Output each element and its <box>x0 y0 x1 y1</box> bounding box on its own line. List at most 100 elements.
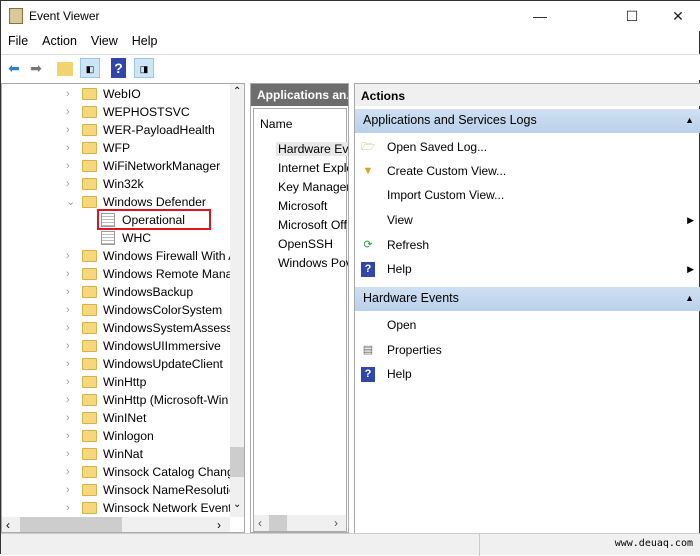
chevron-right-icon[interactable]: › <box>66 157 70 175</box>
chevron-right-icon[interactable]: › <box>66 445 70 463</box>
tree-item[interactable]: › Winsock Network Event <box>2 499 232 517</box>
scroll-up-icon[interactable]: ⌃ <box>233 86 241 97</box>
tree-item[interactable]: › WiFiNetworkManager <box>2 157 230 175</box>
log-list-item[interactable]: Microsoft <box>278 199 327 213</box>
tree-item[interactable]: › WindowsUIImmersive <box>2 337 230 355</box>
chevron-right-icon[interactable]: › <box>66 373 70 391</box>
chevron-right-icon[interactable]: › <box>66 283 70 301</box>
menu-action[interactable]: Action <box>35 31 84 51</box>
tree-item[interactable]: › WER-PayloadHealth <box>2 121 230 139</box>
chevron-right-icon[interactable]: › <box>66 265 70 283</box>
action-item[interactable]: ? Help ▶ <box>355 257 700 282</box>
maximize-button[interactable]: ☐ <box>609 1 655 31</box>
tree-item[interactable]: › WindowsSystemAssessn <box>2 319 239 337</box>
scroll-left-icon[interactable]: ‹ <box>6 518 10 532</box>
log-list-item[interactable]: Microsoft Off <box>278 218 347 232</box>
tree-item[interactable]: Operational <box>2 209 230 230</box>
action-item[interactable]: Import Custom View... <box>355 183 700 208</box>
chevron-right-icon[interactable]: › <box>66 337 70 355</box>
scroll-thumb[interactable] <box>230 447 244 477</box>
chevron-right-icon[interactable]: › <box>66 319 70 337</box>
tree-item-label: WiFiNetworkManager <box>103 159 221 173</box>
action-item[interactable]: ⟳ Refresh <box>355 233 700 258</box>
menu-view[interactable]: View <box>84 31 125 51</box>
tree-item[interactable]: › Winsock NameResolutic <box>2 481 235 499</box>
chevron-right-icon[interactable]: › <box>66 409 70 427</box>
chevron-right-icon[interactable]: › <box>66 121 70 139</box>
help-icon[interactable]: ? <box>111 58 126 78</box>
action-item[interactable]: ▤ Properties <box>355 338 700 363</box>
tree-item[interactable]: › WindowsBackup <box>2 283 230 301</box>
scroll-right-icon[interactable]: › <box>334 516 338 530</box>
tree-item[interactable]: › Win32k <box>2 175 230 193</box>
tree-item[interactable]: › WinINet <box>2 409 230 427</box>
tree-item[interactable]: WHC <box>2 229 230 247</box>
up-folder-icon[interactable] <box>57 62 73 76</box>
tree-item[interactable]: › WebIO <box>2 85 230 103</box>
chevron-right-icon[interactable]: › <box>66 139 70 157</box>
tree-item[interactable]: › WEPHOSTSVC <box>2 103 230 121</box>
chevron-right-icon[interactable]: › <box>66 301 70 319</box>
tree-horizontal-scrollbar[interactable]: ‹ › <box>2 517 230 532</box>
scroll-right-icon[interactable]: › <box>217 518 221 532</box>
folder-icon <box>82 88 97 100</box>
tree-vertical-scrollbar[interactable]: ⌃ ⌄ <box>230 84 244 517</box>
action-section-header[interactable]: Hardware Events ▲ <box>355 287 700 311</box>
chevron-right-icon[interactable]: › <box>66 463 70 481</box>
tree-item-label: Winlogon <box>103 429 154 443</box>
chevron-right-icon[interactable]: › <box>66 499 70 517</box>
menu-help[interactable]: Help <box>125 31 165 51</box>
action-section-header[interactable]: Applications and Services Logs ▲ <box>355 109 700 133</box>
tree-item[interactable]: › WinHttp (Microsoft-Win <box>2 391 230 409</box>
tree-item[interactable]: › WFP <box>2 139 230 157</box>
scroll-thumb[interactable] <box>20 517 122 532</box>
tree-item-label: WER-PayloadHealth <box>103 123 215 137</box>
chevron-right-icon[interactable]: › <box>66 391 70 409</box>
collapse-icon[interactable]: ▲ <box>685 293 694 303</box>
show-hide-console-tree-icon[interactable]: ◧ <box>80 58 100 78</box>
log-list-item[interactable]: Windows Pov <box>278 256 348 270</box>
chevron-right-icon[interactable]: › <box>66 481 70 499</box>
tree-item[interactable]: › Winsock Catalog Chang <box>2 463 234 481</box>
tree-item[interactable]: › Windows Remote Mana <box>2 265 232 283</box>
name-column-header[interactable]: Name <box>260 117 293 131</box>
action-item[interactable]: ? Help <box>355 362 700 387</box>
action-item[interactable]: View ▶ <box>355 208 700 233</box>
tree-item[interactable]: › WinHttp <box>2 373 230 391</box>
forward-arrow-icon[interactable]: ➡ <box>26 58 46 78</box>
chevron-right-icon[interactable]: › <box>66 247 70 265</box>
scroll-down-icon[interactable]: ⌄ <box>233 499 241 510</box>
folder-icon <box>82 196 97 208</box>
log-list-item[interactable]: Hardware Eve <box>276 142 348 156</box>
chevron-down-icon[interactable]: ⌄ <box>66 193 75 211</box>
tree-item-label: WinHttp (Microsoft-Win <box>103 393 229 407</box>
minimize-button[interactable]: — <box>517 1 563 31</box>
scroll-left-icon[interactable]: ‹ <box>258 516 262 530</box>
back-arrow-icon[interactable]: ⬅ <box>4 58 24 78</box>
chevron-right-icon[interactable]: › <box>66 85 70 103</box>
tree-item[interactable]: › Winlogon <box>2 427 230 445</box>
chevron-right-icon[interactable]: › <box>66 355 70 373</box>
chevron-right-icon[interactable]: › <box>66 427 70 445</box>
action-item[interactable]: 🗁 Open Saved Log... <box>355 135 700 160</box>
close-button[interactable]: ✕ <box>655 1 700 31</box>
tree-item[interactable]: › WinNat <box>2 445 230 463</box>
tree-item[interactable]: › Windows Firewall With A <box>2 247 236 265</box>
tree-item[interactable]: › WindowsUpdateClient <box>2 355 230 373</box>
log-list-item[interactable]: OpenSSH <box>278 237 333 251</box>
list-horizontal-scrollbar[interactable]: ‹ › <box>254 515 346 531</box>
log-list-item[interactable]: Key Manager <box>278 180 348 194</box>
action-item[interactable]: ▼ Create Custom View... <box>355 159 700 184</box>
folder-icon <box>82 376 97 388</box>
scroll-thumb[interactable] <box>269 515 287 531</box>
chevron-right-icon[interactable]: › <box>66 103 70 121</box>
tree-item[interactable]: › WindowsColorSystem <box>2 301 230 319</box>
log-list-item[interactable]: Internet Explc <box>278 161 348 175</box>
menu-file[interactable]: File <box>1 31 35 51</box>
show-hide-action-pane-icon[interactable]: ◨ <box>134 58 154 78</box>
collapse-icon[interactable]: ▲ <box>685 115 694 125</box>
section-title: Hardware Events <box>363 291 459 305</box>
folder-icon <box>82 304 97 316</box>
action-item[interactable]: Open <box>355 313 700 338</box>
chevron-right-icon[interactable]: › <box>66 175 70 193</box>
